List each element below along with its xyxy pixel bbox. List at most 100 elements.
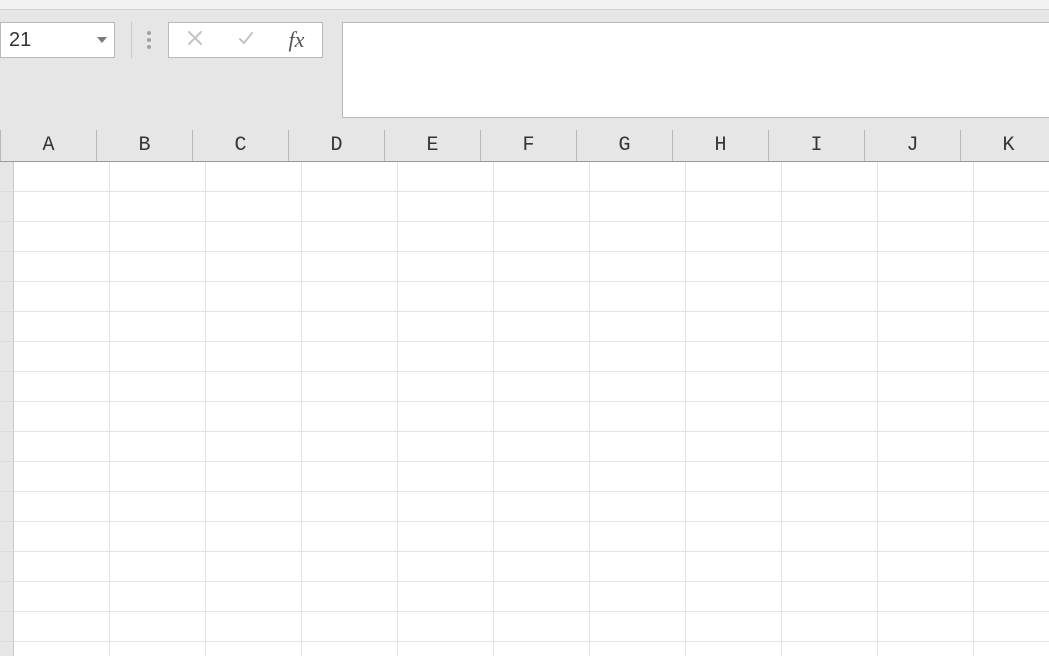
cell[interactable] <box>494 192 590 222</box>
cell[interactable] <box>974 342 1049 372</box>
cell[interactable] <box>494 432 590 462</box>
cancel-button[interactable] <box>169 23 220 57</box>
cell[interactable] <box>302 522 398 552</box>
formula-bar-options[interactable] <box>140 22 158 58</box>
row-header[interactable] <box>0 282 14 312</box>
cell[interactable] <box>782 612 878 642</box>
cell[interactable] <box>398 492 494 522</box>
cell[interactable] <box>590 372 686 402</box>
cell[interactable] <box>110 432 206 462</box>
cell[interactable] <box>398 252 494 282</box>
cell[interactable] <box>398 432 494 462</box>
row-header[interactable] <box>0 162 14 192</box>
cell[interactable] <box>590 462 686 492</box>
cell[interactable] <box>110 162 206 192</box>
cell[interactable] <box>590 432 686 462</box>
cell[interactable] <box>14 342 110 372</box>
cell[interactable] <box>14 312 110 342</box>
cell[interactable] <box>686 582 782 612</box>
cell[interactable] <box>206 192 302 222</box>
cell[interactable] <box>878 162 974 192</box>
cell[interactable] <box>302 462 398 492</box>
column-header-j[interactable]: J <box>865 130 961 161</box>
cell[interactable] <box>590 612 686 642</box>
cell[interactable] <box>302 612 398 642</box>
cell[interactable] <box>14 252 110 282</box>
cell[interactable] <box>878 342 974 372</box>
cell[interactable] <box>878 492 974 522</box>
cell[interactable] <box>974 522 1049 552</box>
cell[interactable] <box>110 642 206 656</box>
cell[interactable] <box>590 492 686 522</box>
cell[interactable] <box>206 612 302 642</box>
cell[interactable] <box>782 492 878 522</box>
cell[interactable] <box>206 432 302 462</box>
cell[interactable] <box>878 552 974 582</box>
cell[interactable] <box>302 222 398 252</box>
row-header[interactable] <box>0 222 14 252</box>
row-header[interactable] <box>0 252 14 282</box>
cell[interactable] <box>974 312 1049 342</box>
cell[interactable] <box>686 312 782 342</box>
cell[interactable] <box>110 522 206 552</box>
cell[interactable] <box>206 282 302 312</box>
cell[interactable] <box>782 642 878 656</box>
cell[interactable] <box>398 612 494 642</box>
cell[interactable] <box>14 192 110 222</box>
cell[interactable] <box>974 372 1049 402</box>
cell[interactable] <box>686 192 782 222</box>
cell[interactable] <box>974 282 1049 312</box>
cell[interactable] <box>974 642 1049 656</box>
cell[interactable] <box>494 612 590 642</box>
spreadsheet-grid[interactable] <box>0 162 1049 656</box>
row-header[interactable] <box>0 372 14 402</box>
column-header-a[interactable]: A <box>1 130 97 161</box>
formula-input[interactable] <box>342 22 1049 118</box>
row-header[interactable] <box>0 552 14 582</box>
cell[interactable] <box>494 312 590 342</box>
cell[interactable] <box>206 522 302 552</box>
cell[interactable] <box>110 462 206 492</box>
cell[interactable] <box>974 402 1049 432</box>
column-header-i[interactable]: I <box>769 130 865 161</box>
cell[interactable] <box>878 372 974 402</box>
cell[interactable] <box>302 282 398 312</box>
cell[interactable] <box>782 342 878 372</box>
cell[interactable] <box>974 162 1049 192</box>
cell[interactable] <box>878 222 974 252</box>
cell[interactable] <box>782 192 878 222</box>
cell[interactable] <box>110 612 206 642</box>
cell[interactable] <box>494 552 590 582</box>
cell[interactable] <box>686 642 782 656</box>
cell[interactable] <box>398 342 494 372</box>
cell[interactable] <box>782 372 878 402</box>
cell[interactable] <box>494 252 590 282</box>
cell[interactable] <box>590 522 686 552</box>
column-header-k[interactable]: K <box>961 130 1049 161</box>
cell[interactable] <box>782 552 878 582</box>
cell[interactable] <box>398 192 494 222</box>
column-header-d[interactable]: D <box>289 130 385 161</box>
cell[interactable] <box>302 312 398 342</box>
cell[interactable] <box>14 282 110 312</box>
cell[interactable] <box>686 402 782 432</box>
cell[interactable] <box>782 522 878 552</box>
cell[interactable] <box>14 372 110 402</box>
cell[interactable] <box>878 282 974 312</box>
cell[interactable] <box>974 192 1049 222</box>
column-header-c[interactable]: C <box>193 130 289 161</box>
row-header[interactable] <box>0 432 14 462</box>
cell[interactable] <box>686 432 782 462</box>
cell[interactable] <box>14 642 110 656</box>
cell[interactable] <box>494 402 590 432</box>
cell[interactable] <box>782 282 878 312</box>
cell[interactable] <box>398 162 494 192</box>
cell[interactable] <box>302 582 398 612</box>
cell[interactable] <box>590 192 686 222</box>
cell[interactable] <box>686 492 782 522</box>
cell[interactable] <box>494 162 590 192</box>
cell[interactable] <box>302 252 398 282</box>
cell[interactable] <box>110 372 206 402</box>
select-all-corner[interactable] <box>0 130 1 161</box>
cell[interactable] <box>974 552 1049 582</box>
